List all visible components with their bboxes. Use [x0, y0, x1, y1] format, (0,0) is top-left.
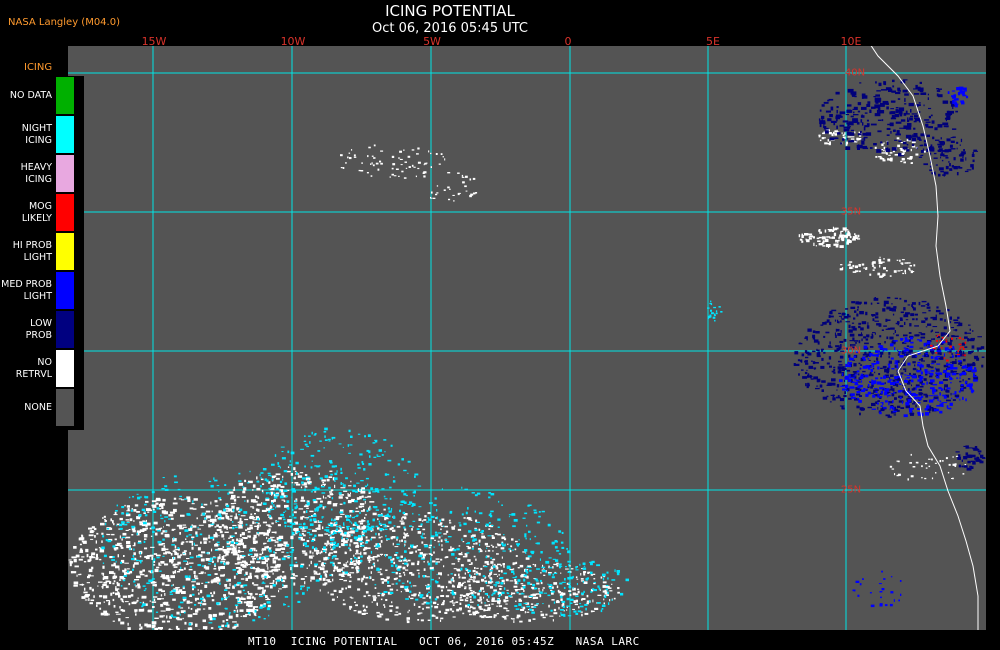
legend-item-label: NO RETRVL — [15, 356, 52, 380]
legend-item: NO RETRVL — [0, 349, 84, 388]
legend-swatch — [56, 272, 74, 309]
map-canvas — [68, 46, 986, 630]
lat-label-30n: 30N — [840, 345, 862, 357]
legend-item-label: LOW PROB — [25, 317, 52, 341]
legend-item-label: MED PROB LIGHT — [1, 278, 52, 302]
legend-item-label: NONE — [24, 401, 52, 413]
night-icing-areas — [101, 300, 723, 628]
legend-item-label: NO DATA — [9, 89, 52, 101]
legend-item: LOW PROB — [0, 310, 84, 349]
icing-map[interactable] — [68, 46, 986, 630]
legend-item: HI PROB LIGHT — [0, 232, 84, 271]
legend-swatch — [56, 116, 74, 153]
legend-item-label: NIGHT ICING — [21, 122, 52, 146]
legend-swatch — [56, 350, 74, 387]
legend-swatch — [56, 77, 74, 114]
legend-item: NO DATA — [0, 76, 84, 115]
legend-swatch — [56, 389, 74, 426]
legend-item: HEAVY ICING — [0, 154, 84, 193]
legend-panel: NO DATA NIGHT ICING HEAVY ICING MOG LIKELY H… — [0, 76, 84, 430]
lat-label-25n: 25N — [840, 484, 862, 496]
lat-label-40n: 40N — [844, 67, 866, 79]
legend-title: ICING — [24, 62, 53, 73]
legend-swatch — [56, 233, 74, 270]
footer-caption: MT10 ICING POTENTIAL OCT 06, 2016 05:45Z… — [248, 635, 640, 648]
lat-label-35n: 35N — [840, 206, 862, 218]
legend-swatch — [56, 311, 74, 348]
legend-item-label: HI PROB LIGHT — [12, 239, 52, 263]
map-timestamp: Oct 06, 2016 05:45 UTC — [372, 21, 528, 36]
legend-swatch — [56, 155, 74, 192]
legend-item-label: MOG LIKELY — [21, 200, 52, 224]
legend-item: NONE — [0, 388, 84, 427]
legend-item: MED PROB LIGHT — [0, 271, 84, 310]
legend-item: MOG LIKELY — [0, 193, 84, 232]
legend-item: NIGHT ICING — [0, 115, 84, 154]
legend-item-label: HEAVY ICING — [20, 161, 52, 185]
map-title: ICING POTENTIAL — [385, 2, 515, 20]
legend-swatch — [56, 194, 74, 231]
